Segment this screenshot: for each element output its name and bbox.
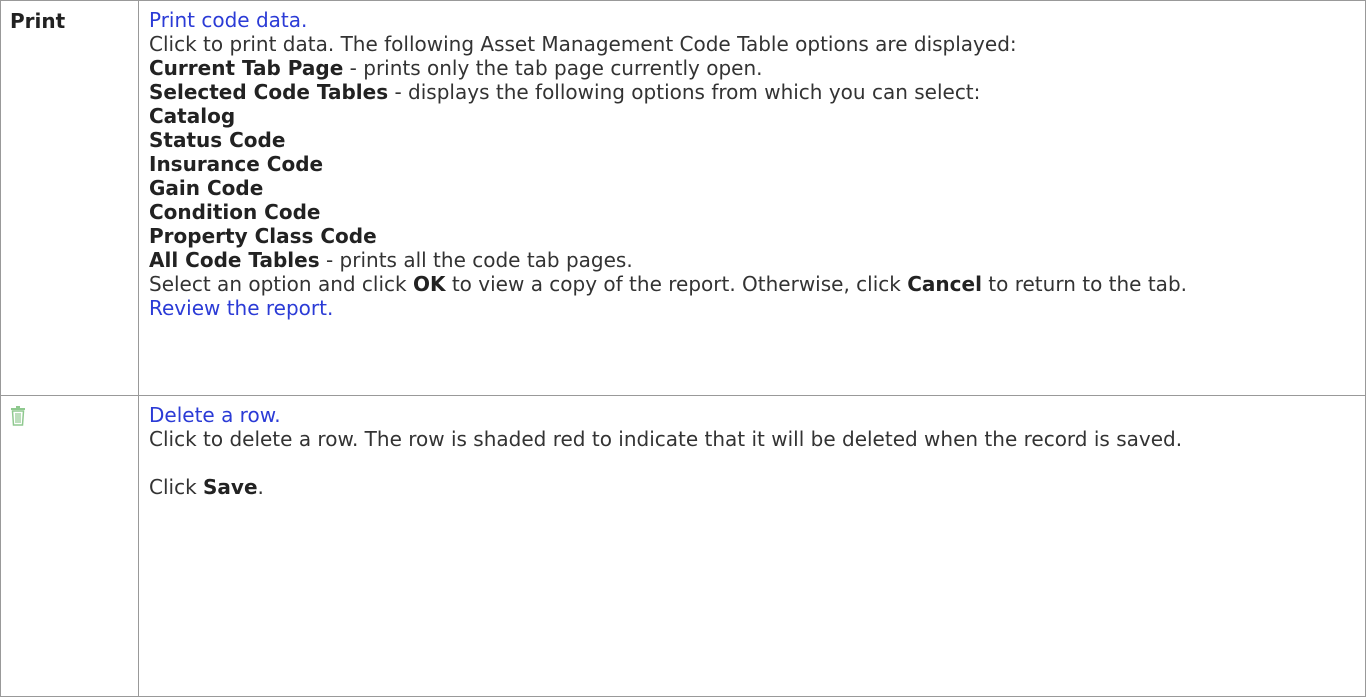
select-text-part-1: Select an option and click [149,272,413,296]
period-text: . [257,475,264,499]
all-code-tables-desc: - prints all the code tab pages. [319,248,633,272]
current-tab-page-desc: - prints only the tab page currently ope… [343,56,763,80]
delete-row: Delete a row. Click to delete a row. The… [0,395,1366,697]
option-condition-code: Condition Code [149,200,321,224]
print-intro-text: Click to print data. The following Asset… [149,32,1017,56]
click-text: Click [149,475,204,499]
select-option-instructions: Select an option and click OK to view a … [149,272,1365,296]
click-save-instruction: Click Save. [149,475,1365,499]
delete-icon-cell [0,395,139,697]
save-term: Save [203,475,258,499]
option-insurance-code: Insurance Code [149,152,324,176]
select-text-part-3: to return to the tab. [981,272,1187,296]
option-status-code: Status Code [149,128,286,152]
ok-term: OK [412,272,446,296]
print-label-cell: Print [0,0,139,396]
all-code-tables-term: All Code Tables [149,248,320,272]
option-property-class-code: Property Class Code [149,224,377,248]
print-code-data-link[interactable]: Print code data. [149,8,1365,32]
option-gain-code: Gain Code [149,176,264,200]
current-tab-page-term: Current Tab Page [149,56,344,80]
help-table: Print Print code data. Click to print da… [0,0,1366,697]
print-desc-cell: Print code data. Click to print data. Th… [138,0,1366,396]
selected-code-tables-option: Selected Code Tables - displays the foll… [149,80,1365,104]
print-label: Print [10,9,66,33]
delete-desc-cell: Delete a row. Click to delete a row. The… [138,395,1366,697]
delete-row-desc: Click to delete a row. The row is shaded… [149,427,1183,451]
review-report-link[interactable]: Review the report. [149,296,1365,320]
option-catalog: Catalog [149,104,236,128]
all-code-tables-option: All Code Tables - prints all the code ta… [149,248,1365,272]
selected-code-tables-desc: - displays the following options from wh… [388,80,981,104]
cancel-term: Cancel [907,272,982,296]
print-row: Print Print code data. Click to print da… [0,0,1366,396]
current-tab-page-option: Current Tab Page - prints only the tab p… [149,56,1365,80]
trash-icon[interactable] [10,406,26,426]
selected-code-tables-term: Selected Code Tables [149,80,389,104]
delete-row-link[interactable]: Delete a row. [149,403,1365,427]
select-text-part-2: to view a copy of the report. Otherwise,… [445,272,908,296]
